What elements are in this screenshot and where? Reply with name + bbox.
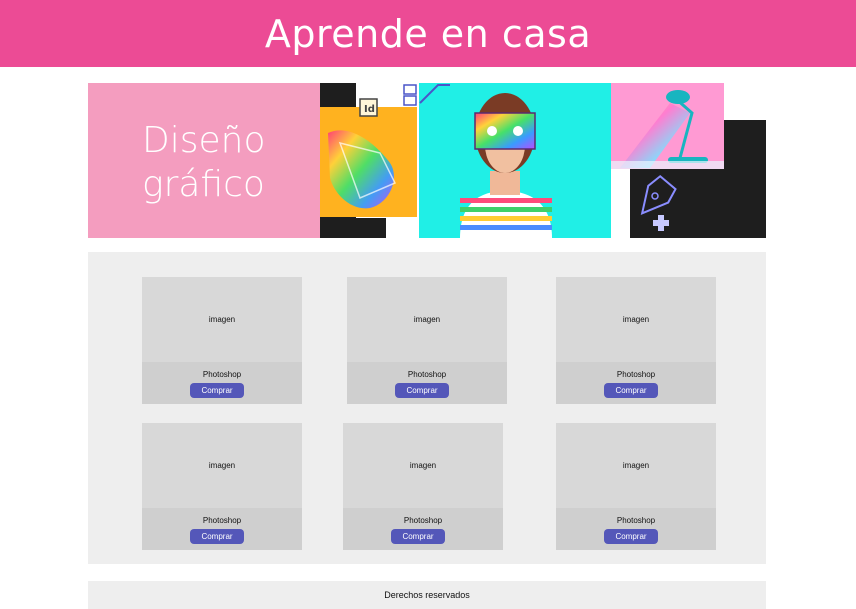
layout-icon (403, 84, 417, 95)
buy-button[interactable]: Comprar (604, 529, 658, 544)
footer-copyright: Derechos reservados (384, 590, 470, 600)
buy-button[interactable]: Comprar (391, 529, 445, 544)
site-footer: Derechos reservados (88, 581, 766, 609)
banner-title-line1: Diseño (142, 120, 266, 161)
product-image-placeholder: imagen (208, 461, 236, 470)
product-card: imagen Photoshop Comprar (347, 277, 507, 404)
buy-button[interactable]: Comprar (190, 529, 244, 544)
product-info: Photoshop Comprar (556, 362, 716, 404)
product-card: imagen Photoshop Comprar (343, 423, 503, 550)
collage-dark-corner (630, 169, 766, 238)
buy-button[interactable]: Comprar (604, 383, 658, 398)
product-info: Photoshop Comprar (343, 508, 503, 550)
product-image-placeholder: imagen (208, 315, 236, 324)
product-card: imagen Photoshop Comprar (556, 277, 716, 404)
product-image-placeholder: imagen (622, 315, 650, 324)
site-title: Aprende en casa (264, 11, 592, 56)
product-card: imagen Photoshop Comprar (142, 277, 302, 404)
product-image-placeholder: imagen (622, 461, 650, 470)
indesign-badge-label: Id (364, 104, 375, 115)
product-card: imagen Photoshop Comprar (556, 423, 716, 550)
product-info: Photoshop Comprar (142, 508, 302, 550)
product-image-placeholder: imagen (409, 461, 437, 470)
product-grid: imagen Photoshop Comprar imagen Photosho… (88, 252, 766, 564)
product-name: Photoshop (202, 516, 242, 525)
product-info: Photoshop Comprar (347, 362, 507, 404)
desk-lamp-icon (666, 90, 690, 104)
product-card: imagen Photoshop Comprar (142, 423, 302, 550)
product-name: Photoshop (616, 516, 656, 525)
product-image-placeholder: imagen (413, 315, 441, 324)
product-name: Photoshop (616, 370, 656, 379)
product-name: Photoshop (403, 516, 443, 525)
site-header: Aprende en casa (0, 0, 856, 67)
buy-button[interactable]: Comprar (190, 383, 244, 398)
product-info: Photoshop Comprar (142, 362, 302, 404)
banner-title-line2: gráfico (142, 164, 265, 205)
banner-title: Diseño gráfico (142, 119, 265, 207)
buy-button[interactable]: Comprar (395, 383, 449, 398)
product-name: Photoshop (407, 370, 447, 379)
product-name: Photoshop (202, 370, 242, 379)
banner-collage-image: Id (320, 83, 766, 238)
product-info: Photoshop Comprar (556, 508, 716, 550)
hero-banner: Diseño gráfico Id (88, 83, 766, 238)
vr-headset-visual (474, 112, 536, 150)
